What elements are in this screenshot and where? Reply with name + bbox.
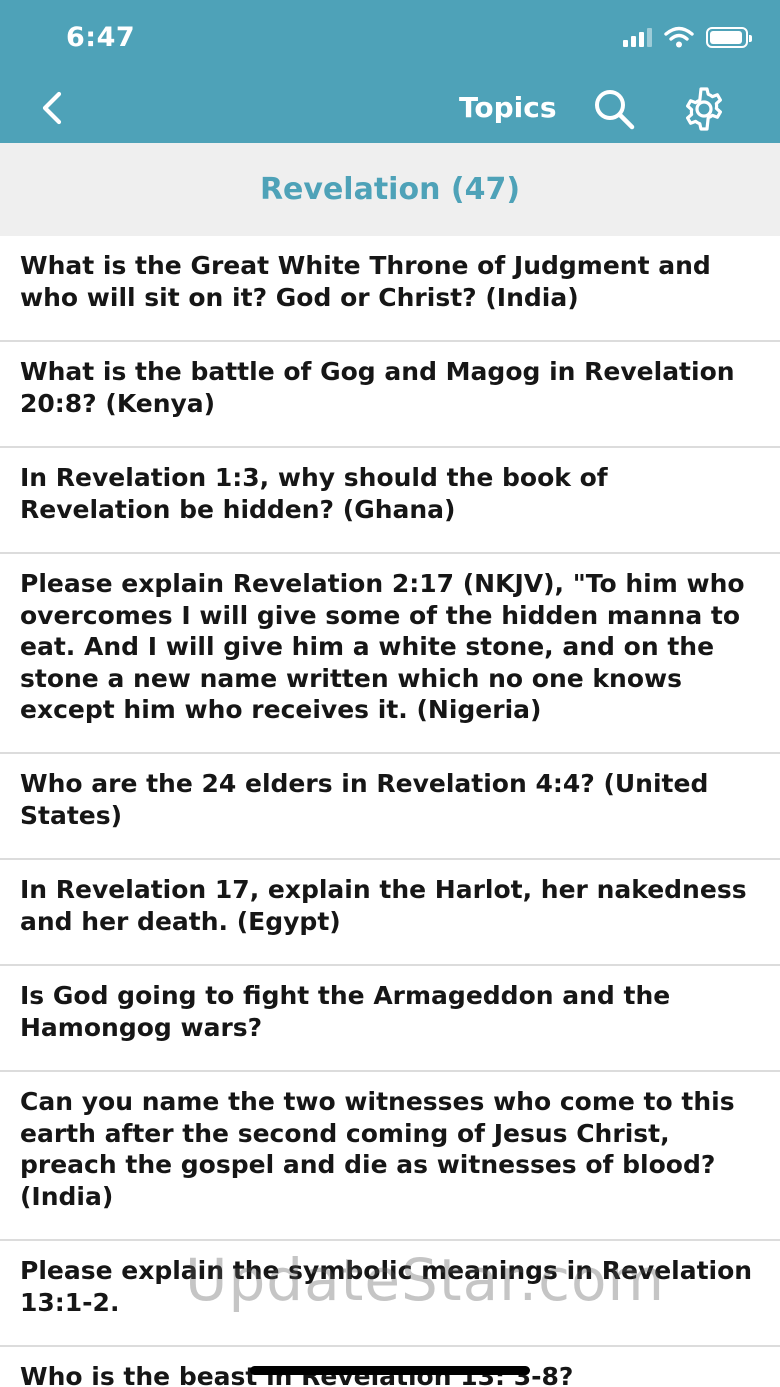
list-item-text: In Revelation 17, explain the Harlot, he… xyxy=(20,875,747,936)
list-item[interactable]: Please explain Revelation 2:17 (NKJV), "… xyxy=(0,554,780,754)
wifi-icon xyxy=(664,26,694,48)
list-item[interactable]: In Revelation 1:3, why should the book o… xyxy=(0,448,780,554)
list-item[interactable]: Who are the 24 elders in Revelation 4:4?… xyxy=(0,754,780,860)
home-indicator xyxy=(250,1366,530,1375)
list-item-text: What is the Great White Throne of Judgme… xyxy=(20,251,711,312)
status-time: 6:47 xyxy=(66,22,136,53)
list-item[interactable]: What is the battle of Gog and Magog in R… xyxy=(0,342,780,448)
search-icon xyxy=(595,90,635,130)
status-icons xyxy=(623,26,752,48)
gear-icon xyxy=(686,87,722,131)
list-item[interactable]: In Revelation 17, explain the Harlot, he… xyxy=(0,860,780,966)
list-item[interactable]: What is the Great White Throne of Judgme… xyxy=(0,236,780,342)
chevron-left-icon xyxy=(42,91,62,125)
section-header: Revelation (47) xyxy=(0,143,780,236)
list-item[interactable]: Is God going to fight the Armageddon and… xyxy=(0,966,780,1072)
list-item-text: In Revelation 1:3, why should the book o… xyxy=(20,463,608,524)
list-item-text: Please explain the symbolic meanings in … xyxy=(20,1256,753,1317)
list-item-text: Is God going to fight the Armageddon and… xyxy=(20,981,671,1042)
cellular-signal-icon xyxy=(623,27,652,47)
question-list: What is the Great White Throne of Judgme… xyxy=(0,236,780,1387)
topics-button[interactable]: Topics xyxy=(459,91,557,124)
top-bar: 6:47 Topics xyxy=(0,0,780,143)
battery-icon xyxy=(706,26,752,48)
list-item-text: Please explain Revelation 2:17 (NKJV), "… xyxy=(20,569,745,724)
list-item[interactable]: Can you name the two witnesses who come … xyxy=(0,1072,780,1241)
list-item[interactable]: Please explain the symbolic meanings in … xyxy=(0,1241,780,1347)
section-title: Revelation (47) xyxy=(259,172,521,207)
back-button[interactable] xyxy=(30,86,74,130)
list-item-text: Who are the 24 elders in Revelation 4:4?… xyxy=(20,769,709,830)
list-item-text: What is the battle of Gog and Magog in R… xyxy=(20,357,735,418)
list-item-text: Can you name the two witnesses who come … xyxy=(20,1087,735,1211)
search-button[interactable] xyxy=(590,86,638,132)
settings-button[interactable] xyxy=(680,85,728,133)
